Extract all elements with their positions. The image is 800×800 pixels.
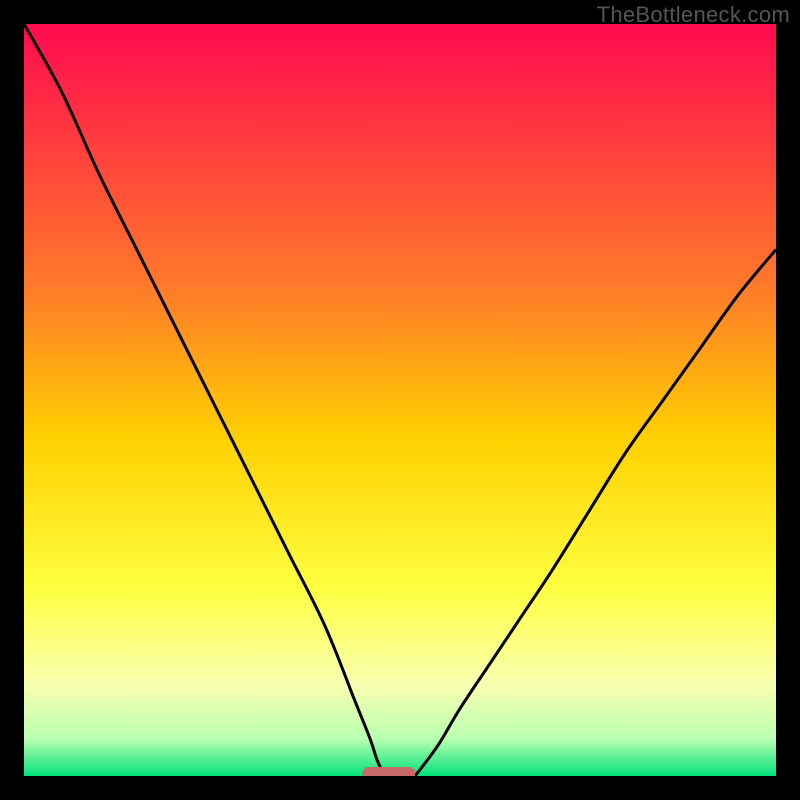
optimal-marker <box>362 767 415 776</box>
outer-frame: TheBottleneck.com <box>0 0 800 800</box>
chart-svg <box>24 24 776 776</box>
plot-area <box>24 24 776 776</box>
